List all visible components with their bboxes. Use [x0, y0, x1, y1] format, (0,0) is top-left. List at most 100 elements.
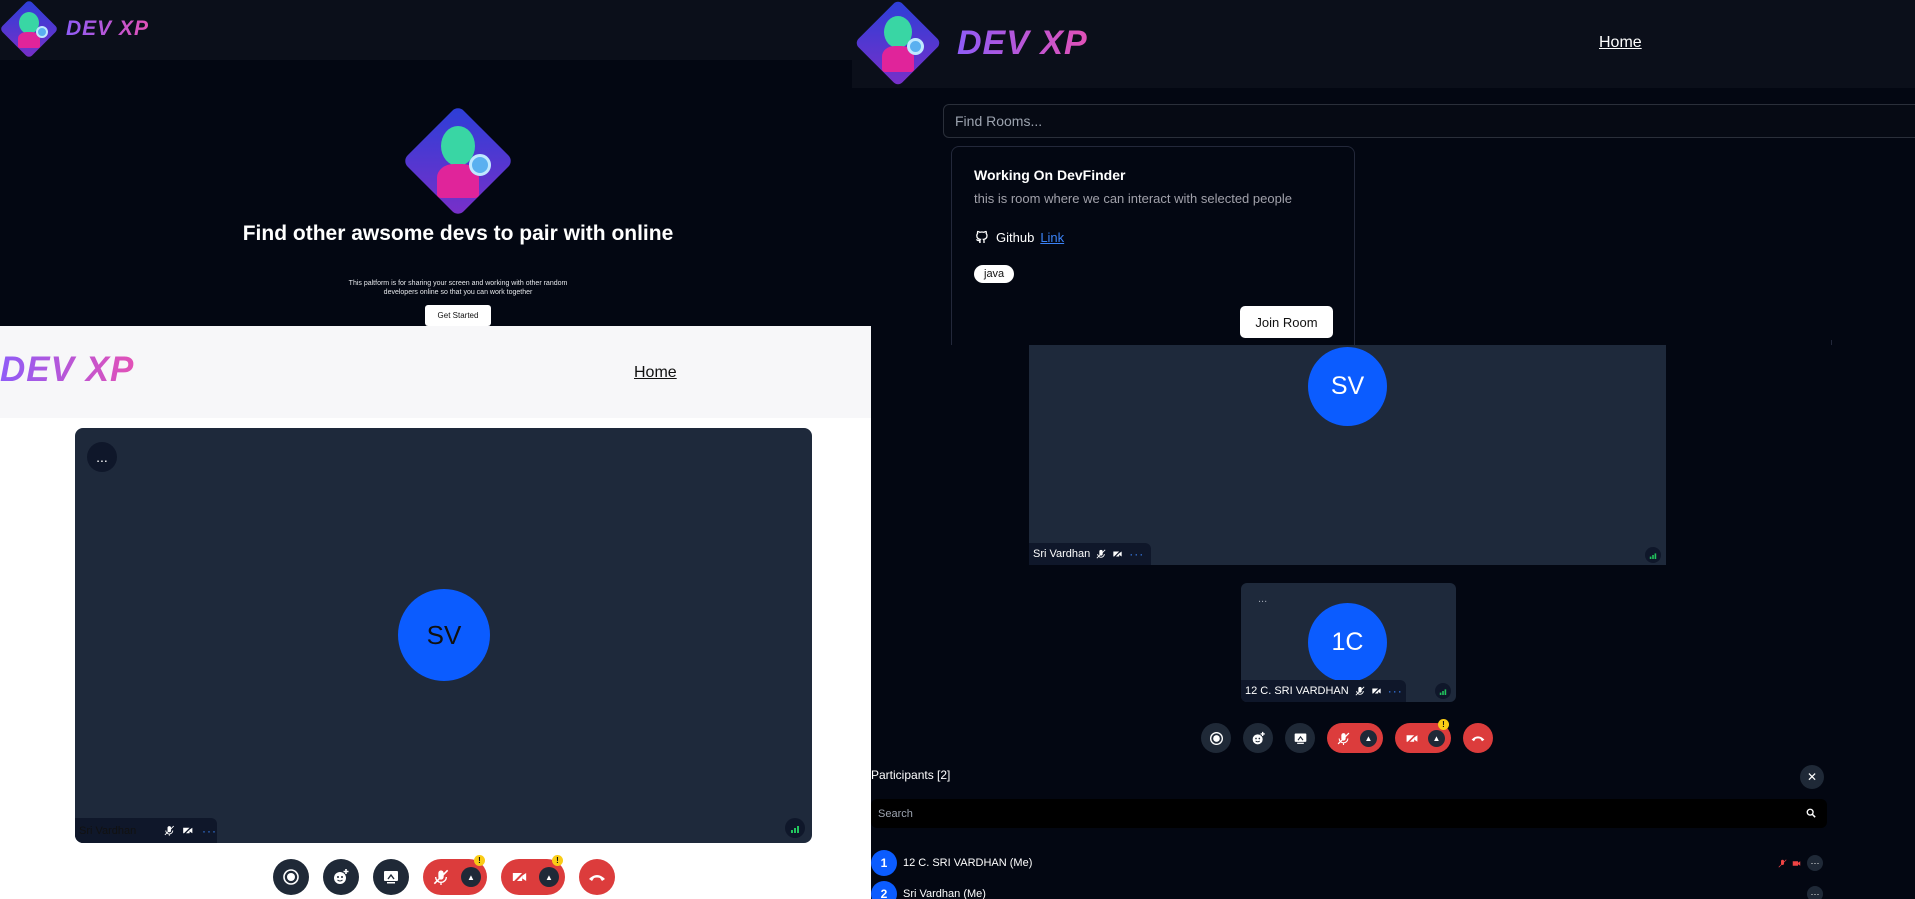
- room-tag[interactable]: java: [974, 265, 1015, 283]
- participant-search-input[interactable]: Search: [871, 799, 1827, 828]
- meeting-light-panel: DEV XP Home ... SV Sri Vardhan ··· ▲ ! ▲…: [0, 326, 871, 899]
- record-button[interactable]: [1201, 723, 1231, 753]
- participant-avatar: SV: [1308, 347, 1387, 426]
- network-signal-icon: [1645, 547, 1661, 563]
- chevron-up-icon[interactable]: ▲: [539, 867, 559, 887]
- mic-toggle-button[interactable]: ▲: [1327, 723, 1383, 753]
- logo-icon[interactable]: [0, 0, 59, 59]
- more-dots-icon[interactable]: ···: [202, 824, 217, 838]
- leave-call-button[interactable]: [1463, 723, 1493, 753]
- participant-namebar: 12 C. SRI VARDHAN ···: [1241, 680, 1406, 702]
- mic-off-icon: [164, 825, 174, 836]
- screen-share-icon: [1294, 733, 1306, 744]
- participant-row-name: 12 C. SRI VARDHAN (Me): [903, 857, 1033, 869]
- record-button[interactable]: [273, 859, 309, 895]
- screen-share-button[interactable]: [1285, 723, 1315, 753]
- rooms-panel: DEV XP Home Find Rooms... Working On Dev…: [852, 0, 1915, 345]
- close-panel-button[interactable]: ✕: [1800, 765, 1824, 789]
- warning-icon: !: [1438, 719, 1449, 730]
- camera-off-icon: [1371, 686, 1381, 696]
- emoji-add-icon: [1252, 731, 1265, 744]
- github-link[interactable]: Link: [1040, 230, 1064, 245]
- participant-name: Sri Vardhan: [79, 824, 137, 837]
- mic-off-icon: [1096, 549, 1106, 559]
- participant-namebar: Sri Vardhan ···: [1029, 543, 1151, 565]
- camera-toggle-button[interactable]: ▲ !: [501, 855, 565, 895]
- search-placeholder: Search: [878, 807, 913, 820]
- participant-more-button[interactable]: ···: [1807, 886, 1823, 899]
- tile-more-button[interactable]: ...: [87, 442, 117, 472]
- network-signal-icon: [1435, 683, 1451, 699]
- more-dots-icon[interactable]: ···: [1388, 684, 1403, 698]
- nav-home-link[interactable]: Home: [1599, 34, 1642, 52]
- more-dots-icon[interactable]: ···: [1129, 547, 1144, 561]
- video-tile-main: SV Sri Vardhan ···: [1029, 345, 1666, 565]
- landing-header: DEV XP: [0, 0, 852, 60]
- landing-panel: DEV XP Find other awsome devs to pair wi…: [0, 0, 852, 326]
- nav-home-link[interactable]: Home: [634, 364, 677, 382]
- hero-logo-icon: [401, 104, 515, 218]
- participants-title: Participants [2]: [871, 768, 951, 782]
- mic-off-icon: [1337, 732, 1350, 745]
- camera-off-icon: [1792, 861, 1801, 866]
- video-tile-secondary: ... 1C 12 C. SRI VARDHAN ···: [1241, 583, 1456, 702]
- mic-off-icon: [1778, 859, 1787, 868]
- github-icon: [975, 230, 988, 243]
- participant-avatar: 1C: [1308, 603, 1387, 682]
- join-room-button[interactable]: Join Room: [1240, 306, 1333, 338]
- get-started-button[interactable]: Get Started: [425, 305, 491, 326]
- room-card: Working On DevFinder this is room where …: [951, 146, 1355, 345]
- camera-toggle-button[interactable]: ▲ !: [1395, 719, 1451, 753]
- record-icon: [1209, 731, 1223, 745]
- camera-off-icon: [512, 869, 527, 885]
- participant-row-name: Sri Vardhan (Me): [903, 888, 986, 899]
- hang-up-icon: [589, 875, 605, 881]
- screen-share-button[interactable]: [373, 859, 409, 895]
- chevron-up-icon[interactable]: ▲: [1428, 729, 1445, 747]
- meeting-dark-panel: SV Sri Vardhan ··· ... 1C 12 C. SRI VARD…: [871, 345, 1915, 899]
- search-icon: [1806, 808, 1816, 818]
- brand-name[interactable]: DEV XP: [957, 24, 1088, 63]
- meeting-controls: ▲ ▲ !: [1201, 719, 1493, 753]
- participant-more-button[interactable]: ···: [1807, 855, 1823, 871]
- mic-toggle-button[interactable]: ▲ !: [423, 855, 487, 895]
- warning-icon: !: [552, 855, 563, 866]
- emoji-add-icon: [334, 869, 349, 884]
- video-tile: ... SV Sri Vardhan ···: [75, 428, 812, 843]
- camera-off-icon: [1406, 732, 1418, 744]
- participant-row[interactable]: 1 12 C. SRI VARDHAN (Me) ···: [871, 850, 1827, 876]
- tile-more-button[interactable]: ...: [1258, 593, 1267, 605]
- participant-avatar: SV: [398, 589, 490, 681]
- camera-off-icon: [183, 825, 194, 836]
- mic-off-icon: [1355, 686, 1365, 696]
- screen-share-icon: [384, 871, 398, 884]
- mic-off-icon: [433, 869, 449, 885]
- chevron-up-icon[interactable]: ▲: [461, 867, 481, 887]
- hero-subtitle: This paltform is for sharing your screen…: [348, 280, 568, 296]
- brand-name[interactable]: DEV XP: [0, 350, 134, 390]
- reactions-button[interactable]: [323, 859, 359, 895]
- reactions-button[interactable]: [1243, 723, 1273, 753]
- room-title: Working On DevFinder: [974, 167, 1126, 183]
- chevron-up-icon[interactable]: ▲: [1360, 729, 1377, 747]
- participant-namebar: Sri Vardhan ···: [75, 818, 217, 843]
- participant-name: 12 C. SRI VARDHAN: [1245, 685, 1349, 697]
- participant-index: 1: [871, 850, 897, 876]
- camera-off-icon: [1113, 549, 1123, 559]
- room-description: this is room where we can interact with …: [974, 191, 1292, 206]
- warning-icon: !: [474, 855, 485, 866]
- meeting-header: DEV XP Home: [0, 326, 871, 418]
- record-icon: [283, 869, 299, 885]
- find-rooms-input[interactable]: Find Rooms...: [943, 104, 1915, 138]
- network-signal-icon: [785, 818, 805, 838]
- leave-call-button[interactable]: [579, 859, 615, 895]
- room-github: Github Link: [974, 229, 1064, 245]
- brand-name[interactable]: DEV XP: [66, 17, 149, 41]
- participant-row[interactable]: 2 Sri Vardhan (Me) ···: [871, 881, 1827, 899]
- github-label: Github: [996, 229, 1035, 245]
- logo-icon[interactable]: [854, 0, 942, 87]
- meeting-controls: ▲ ! ▲ !: [273, 855, 615, 895]
- participant-index: 2: [871, 881, 897, 899]
- participant-name: Sri Vardhan: [1033, 548, 1091, 560]
- hero-title: Find other awsome devs to pair with onli…: [242, 222, 674, 245]
